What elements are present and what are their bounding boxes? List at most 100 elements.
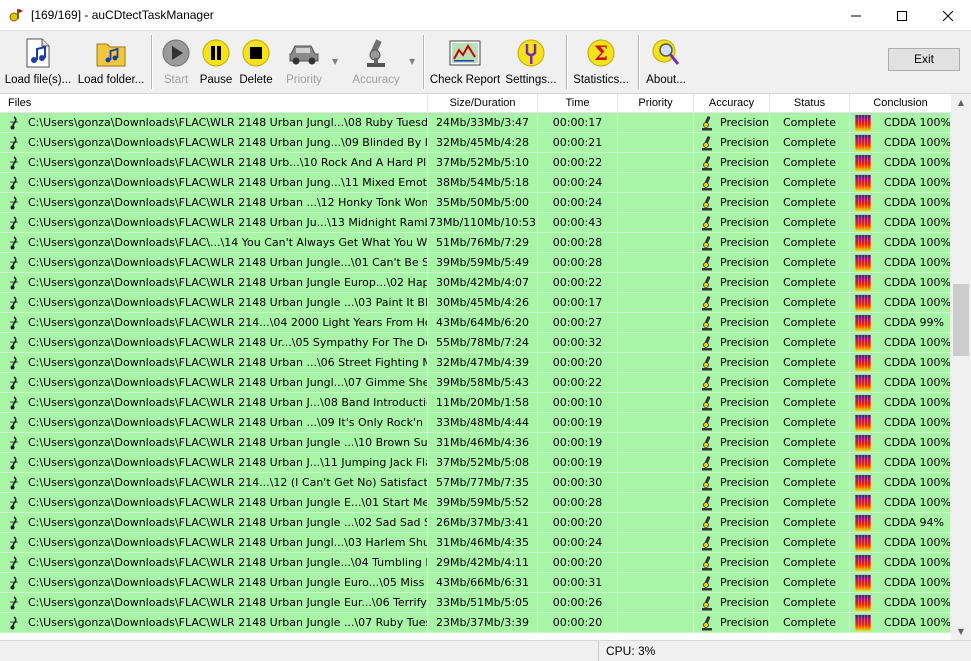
table-row[interactable]: C:\Users\gonza\Downloads\FLAC\WLR 214...… — [0, 473, 951, 493]
table-row[interactable]: C:\Users\gonza\Downloads\FLAC\WLR 2148 U… — [0, 213, 951, 233]
priority-cell — [618, 493, 694, 513]
music-note-icon — [10, 336, 18, 350]
scroll-up-arrow-icon[interactable]: ▲ — [951, 94, 971, 111]
accuracy-button[interactable]: Accuracy — [348, 33, 404, 91]
column-header-priority[interactable]: Priority — [618, 94, 694, 112]
table-row[interactable]: C:\Users\gonza\Downloads\FLAC\WLR 2148 U… — [0, 353, 951, 373]
size-duration-cell: 37Mb/52Mb/5:10 — [428, 153, 538, 173]
title-bar: [169/169] - auCDtectTaskManager — [0, 0, 971, 31]
file-path-cell: C:\Users\gonza\Downloads\FLAC\WLR 214...… — [0, 473, 428, 493]
column-header-time[interactable]: Time — [538, 94, 618, 112]
file-list-grid[interactable]: Files Size/Duration Time Priority Accura… — [0, 94, 971, 640]
pause-button[interactable]: Pause — [196, 33, 236, 91]
music-note-icon — [10, 596, 18, 610]
accuracy-cell: Precision — [694, 493, 770, 513]
status-cell: Complete — [770, 333, 850, 353]
conclusion-cell: CDDA 100% — [850, 293, 951, 313]
size-duration-cell: 37Mb/52Mb/5:08 — [428, 453, 538, 473]
table-row[interactable]: C:\Users\gonza\Downloads\FLAC\WLR 2148 U… — [0, 433, 951, 453]
start-button[interactable]: Start — [156, 33, 196, 91]
microscope-icon — [702, 575, 712, 591]
time-cell: 00:00:20 — [538, 553, 618, 573]
table-row[interactable]: C:\Users\gonza\Downloads\FLAC\WLR 2148 U… — [0, 133, 951, 153]
status-cell: Complete — [770, 453, 850, 473]
size-duration-cell: 55Mb/78Mb/7:24 — [428, 333, 538, 353]
status-cell: Complete — [770, 573, 850, 593]
conclusion-cell: CDDA 100% — [850, 553, 951, 573]
exit-button[interactable]: Exit — [888, 48, 960, 71]
pause-icon — [200, 37, 232, 69]
conclusion-cell: CDDA 100% — [850, 113, 951, 133]
conclusion-cell: CDDA 100% — [850, 533, 951, 553]
column-header-conclusion[interactable]: Conclusion — [850, 94, 951, 112]
table-row[interactable]: C:\Users\gonza\Downloads\FLAC\WLR 2148 U… — [0, 253, 951, 273]
column-header-row: Files Size/Duration Time Priority Accura… — [0, 94, 951, 113]
table-row[interactable]: C:\Users\gonza\Downloads\FLAC\WLR 2148 U… — [0, 173, 951, 193]
priority-cell — [618, 433, 694, 453]
close-button[interactable] — [925, 0, 971, 31]
microscope-icon — [702, 435, 712, 451]
time-cell: 00:00:28 — [538, 493, 618, 513]
size-duration-cell: 35Mb/50Mb/5:00 — [428, 193, 538, 213]
file-path-cell: C:\Users\gonza\Downloads\FLAC\WLR 2148 U… — [0, 193, 428, 213]
priority-cell — [618, 373, 694, 393]
vertical-scrollbar[interactable]: ▲ ▼ — [951, 94, 971, 640]
scroll-down-arrow-icon[interactable]: ▼ — [951, 623, 971, 640]
check-report-button[interactable]: Check Report — [429, 33, 501, 91]
table-row[interactable]: C:\Users\gonza\Downloads\FLAC\WLR 2148 U… — [0, 413, 951, 433]
file-path-cell: C:\Users\gonza\Downloads\FLAC\WLR 214...… — [0, 313, 428, 333]
music-note-icon — [10, 236, 18, 250]
file-path-cell: C:\Users\gonza\Downloads\FLAC\WLR 2148 U… — [0, 573, 428, 593]
load-files-button[interactable]: Load file(s)... — [3, 33, 73, 91]
spectrogram-icon — [855, 375, 871, 391]
table-row[interactable]: C:\Users\gonza\Downloads\FLAC\WLR 2148 U… — [0, 573, 951, 593]
about-button[interactable]: About... — [642, 33, 690, 91]
time-cell: 00:00:26 — [538, 593, 618, 613]
spectrogram-icon — [855, 595, 871, 611]
maximize-button[interactable] — [879, 0, 925, 31]
column-header-status[interactable]: Status — [770, 94, 850, 112]
microscope-icon — [702, 115, 712, 131]
column-header-accuracy[interactable]: Accuracy — [694, 94, 770, 112]
table-row[interactable]: C:\Users\gonza\Downloads\FLAC\WLR 2148 U… — [0, 493, 951, 513]
table-row[interactable]: C:\Users\gonza\Downloads\FLAC\WLR 2148 U… — [0, 613, 951, 633]
table-row[interactable]: C:\Users\gonza\Downloads\FLAC\WLR 2148 U… — [0, 113, 951, 133]
table-row[interactable]: C:\Users\gonza\Downloads\FLAC\WLR 2148 U… — [0, 153, 951, 173]
sigma-icon: Σ — [585, 37, 617, 69]
minimize-button[interactable] — [833, 0, 879, 31]
priority-dropdown-arrow[interactable]: ▼ — [332, 57, 338, 66]
delete-button[interactable]: Delete — [236, 33, 276, 91]
size-duration-cell: 43Mb/66Mb/6:31 — [428, 573, 538, 593]
size-duration-cell: 73Mb/110Mb/10:53 — [428, 213, 538, 233]
settings-button[interactable]: Settings... — [503, 33, 559, 91]
table-row[interactable]: C:\Users\gonza\Downloads\FLAC\WLR 2148 U… — [0, 293, 951, 313]
status-cell: Complete — [770, 433, 850, 453]
table-row[interactable]: C:\Users\gonza\Downloads\FLAC\WLR 2148 U… — [0, 333, 951, 353]
file-path-cell: C:\Users\gonza\Downloads\FLAC\WLR 2148 U… — [0, 493, 428, 513]
table-row[interactable]: C:\Users\gonza\Downloads\FLAC\WLR 2148 U… — [0, 193, 951, 213]
table-row[interactable]: C:\Users\gonza\Downloads\FLAC\WLR 2148 U… — [0, 453, 951, 473]
table-row[interactable]: C:\Users\gonza\Downloads\FLAC\WLR 2148 U… — [0, 513, 951, 533]
table-row[interactable]: C:\Users\gonza\Downloads\FLAC\WLR 2148 U… — [0, 533, 951, 553]
table-row[interactable]: C:\Users\gonza\Downloads\FLAC\WLR 214...… — [0, 313, 951, 333]
size-duration-cell: 23Mb/37Mb/3:39 — [428, 613, 538, 633]
conclusion-cell: CDDA 100% — [850, 373, 951, 393]
table-row[interactable]: C:\Users\gonza\Downloads\FLAC\WLR 2148 U… — [0, 393, 951, 413]
toolbar-separator — [638, 35, 640, 89]
table-row[interactable]: C:\Users\gonza\Downloads\FLAC\WLR 2148 U… — [0, 373, 951, 393]
table-row[interactable]: C:\Users\gonza\Downloads\FLAC\...\14 You… — [0, 233, 951, 253]
statistics-button[interactable]: Σ Statistics... — [571, 33, 631, 91]
table-row[interactable]: C:\Users\gonza\Downloads\FLAC\WLR 2148 U… — [0, 273, 951, 293]
file-path-cell: C:\Users\gonza\Downloads\FLAC\WLR 2148 U… — [0, 213, 428, 233]
table-row[interactable]: C:\Users\gonza\Downloads\FLAC\WLR 2148 U… — [0, 553, 951, 573]
scrollbar-thumb[interactable] — [953, 284, 969, 356]
size-duration-cell: 39Mb/58Mb/5:43 — [428, 373, 538, 393]
column-header-size[interactable]: Size/Duration — [428, 94, 538, 112]
column-header-files[interactable]: Files — [0, 94, 428, 112]
microscope-icon — [702, 495, 712, 511]
accuracy-cell: Precision — [694, 473, 770, 493]
accuracy-dropdown-arrow[interactable]: ▼ — [409, 57, 415, 66]
priority-button[interactable]: Priority — [279, 33, 329, 91]
load-folder-button[interactable]: Load folder... — [76, 33, 146, 91]
table-row[interactable]: C:\Users\gonza\Downloads\FLAC\WLR 2148 U… — [0, 593, 951, 613]
